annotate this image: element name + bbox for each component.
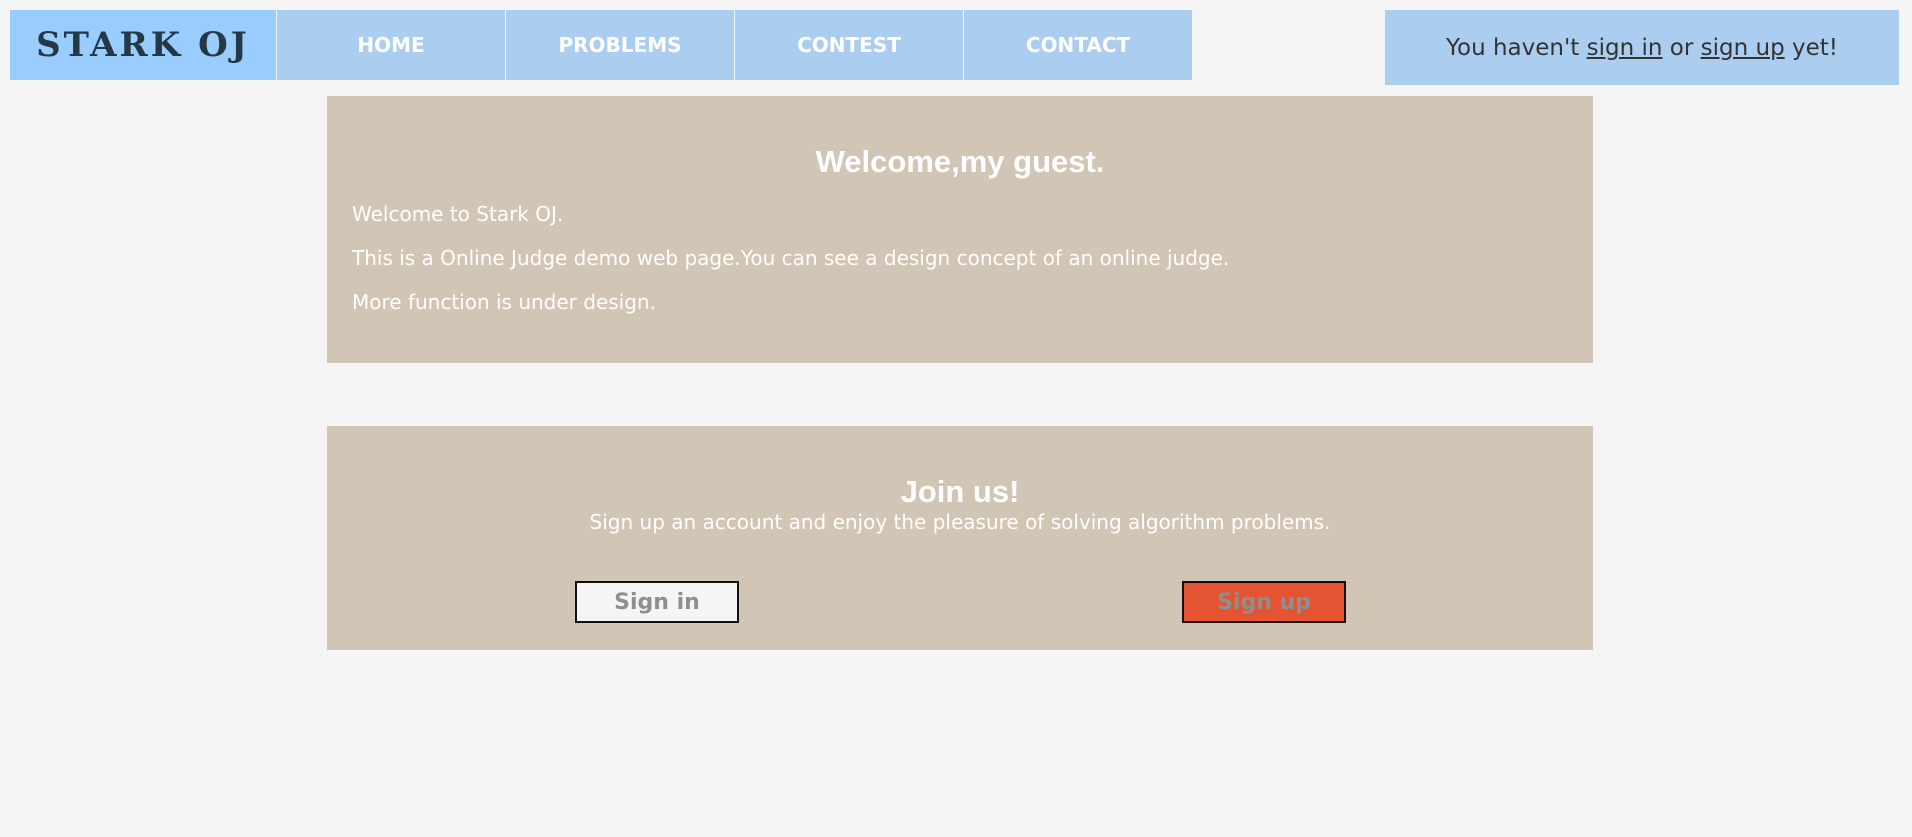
nav-item-contest[interactable]: CONTEST: [735, 10, 963, 80]
site-logo[interactable]: STARK OJ: [10, 10, 276, 80]
header-signup-link[interactable]: sign up: [1701, 35, 1785, 61]
join-description: Sign up an account and enjoy the pleasur…: [589, 510, 1331, 534]
nav-item-home[interactable]: HOME: [277, 10, 505, 80]
header-signin-link[interactable]: sign in: [1587, 35, 1663, 61]
auth-prefix-text: You haven't: [1446, 34, 1587, 61]
welcome-text-block: Welcome to Stark OJ. This is a Online Ju…: [352, 202, 1568, 314]
welcome-line: Welcome to Stark OJ.: [352, 202, 564, 226]
auth-middle-text: or: [1662, 34, 1701, 61]
welcome-title: Welcome,my guest.: [815, 144, 1105, 179]
nav-item-problems[interactable]: PROBLEMS: [506, 10, 734, 80]
welcome-line: This is a Online Judge demo web page.You…: [352, 246, 1230, 270]
welcome-line: More function is under design.: [352, 290, 656, 314]
signup-button[interactable]: Sign up: [1182, 581, 1346, 623]
auth-status-box: You haven't sign in or sign up yet!: [1385, 10, 1899, 85]
welcome-panel: Welcome,my guest. Welcome to Stark OJ. T…: [327, 96, 1593, 363]
auth-suffix-text: yet!: [1784, 34, 1838, 61]
join-title: Join us!: [900, 474, 1020, 509]
nav-item-contact[interactable]: CONTACT: [964, 10, 1192, 80]
signin-button[interactable]: Sign in: [575, 581, 739, 623]
main-nav: HOME PROBLEMS CONTEST CONTACT: [277, 10, 1193, 80]
join-panel: Join us! Sign up an account and enjoy th…: [327, 426, 1593, 650]
